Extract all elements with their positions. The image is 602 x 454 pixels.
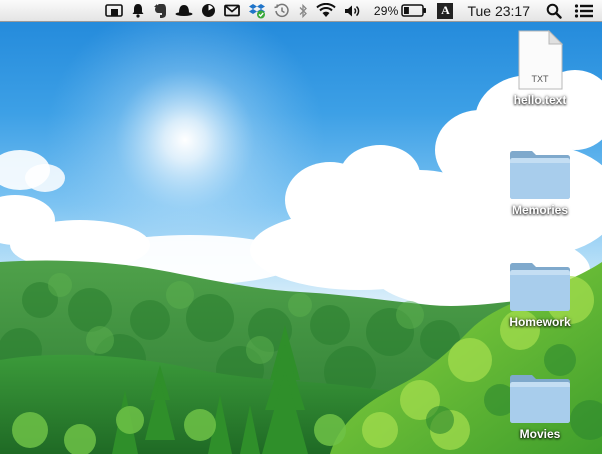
desktop-item-label: Movies [519, 427, 561, 441]
battery-status[interactable]: 29% [374, 0, 428, 22]
folder-icon [510, 263, 570, 311]
evernote-elephant-icon[interactable] [153, 0, 167, 22]
desktop-item-memories[interactable]: Memories [495, 148, 585, 217]
menu-bar: 29% A Tue 23:17 [0, 0, 602, 22]
bowler-hat-icon[interactable] [175, 0, 193, 22]
list-icon[interactable] [574, 0, 594, 22]
battery-percent: 29% [373, 3, 399, 18]
text-file-icon: TXT [517, 30, 563, 90]
battery-icon [401, 4, 427, 17]
desktop-item-label: Memories [511, 203, 569, 217]
folder-icon [510, 151, 570, 199]
desktop-item-movies[interactable]: Movies [495, 372, 585, 441]
volume-icon[interactable] [344, 0, 362, 22]
time-machine-icon[interactable] [274, 0, 290, 22]
pie-timer-icon[interactable] [201, 0, 216, 22]
bluetooth-icon[interactable] [298, 0, 308, 22]
search-icon[interactable] [546, 0, 562, 22]
desktop-item-label: hello.text [513, 93, 567, 107]
desktop-item-label: Homework [509, 315, 571, 329]
wifi-icon[interactable] [316, 0, 336, 22]
input-source-label: A [437, 2, 454, 19]
dropbox-icon[interactable] [248, 0, 266, 22]
mail-envelope-icon[interactable] [223, 0, 240, 22]
airplay-mirroring-icon[interactable] [105, 0, 123, 22]
file-type-tag: TXT [531, 74, 549, 84]
notification-bell-icon[interactable] [131, 0, 145, 22]
desktop-item-hello-text[interactable]: TXT hello.text [495, 30, 585, 107]
input-source-menu[interactable]: A [437, 0, 454, 22]
desktop-item-homework[interactable]: Homework [495, 260, 585, 329]
folder-icon [510, 375, 570, 423]
menu-clock[interactable]: Tue 23:17 [467, 0, 530, 22]
